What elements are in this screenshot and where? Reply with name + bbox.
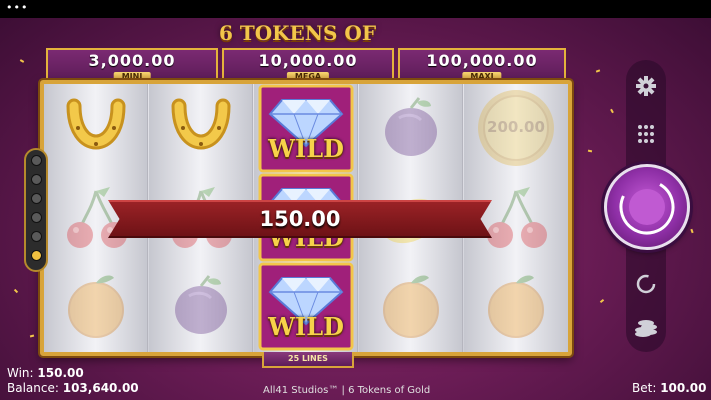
jackpot-maxi: 100,000.00 MAXI — [398, 48, 566, 82]
payline-dot — [31, 174, 42, 185]
horseshoe-symbol — [44, 84, 148, 173]
orange-symbol — [44, 262, 148, 351]
top-bar: ••• — [0, 0, 711, 18]
payline-dot — [31, 250, 42, 261]
payline-dot — [31, 155, 42, 166]
win-display: Win: 150.00 — [7, 366, 84, 380]
balance-label: Balance: — [7, 381, 59, 395]
lines-label: 25 LINES — [262, 352, 354, 368]
win-label: Win: — [7, 366, 34, 380]
payline-dot — [31, 212, 42, 223]
grid-icon[interactable] — [630, 120, 662, 148]
studio-credit: All41 Studios™ | 6 Tokens of Gold — [263, 385, 431, 396]
bet-display: Bet: 100.00 — [632, 381, 707, 395]
win-value: 150.00 — [37, 366, 84, 380]
plum-symbol — [149, 262, 253, 351]
autoplay-icon[interactable] — [630, 270, 662, 298]
orange-symbol — [359, 262, 463, 351]
gold-coin-symbol: 200.00 — [464, 84, 568, 173]
payline-indicator — [24, 148, 48, 272]
spin-button[interactable] — [604, 164, 690, 250]
wild-symbol: WILD — [254, 84, 358, 173]
wild-label: WILD — [268, 134, 344, 163]
bet-value: 100.00 — [660, 381, 707, 395]
jackpot-mega-value: 10,000.00 — [258, 51, 358, 70]
jackpot-mini: 3,000.00 MINI — [46, 48, 218, 82]
game-title: 6 TOKENS OF GOLD — [218, 21, 377, 75]
wild-symbol: WILD — [254, 262, 358, 351]
payline-dot — [31, 193, 42, 204]
coin-stack-icon[interactable] — [630, 314, 662, 342]
bet-label: Bet: — [632, 381, 657, 395]
coin-value-label: 200.00 — [487, 118, 545, 136]
menu-dots-icon[interactable]: ••• — [6, 2, 28, 14]
payline-dot — [31, 231, 42, 242]
jackpot-maxi-value: 100,000.00 — [426, 51, 538, 70]
gear-icon[interactable] — [630, 72, 662, 100]
jackpot-mini-value: 3,000.00 — [88, 51, 176, 70]
jackpot-mega: 10,000.00 MEGA — [222, 48, 394, 82]
balance-display: Balance: 103,640.00 — [7, 381, 139, 395]
wild-label: WILD — [268, 312, 344, 341]
horseshoe-symbol — [149, 84, 253, 173]
balance-value: 103,640.00 — [62, 381, 139, 395]
orange-symbol — [464, 262, 568, 351]
spin-icon — [619, 179, 675, 235]
plum-symbol — [359, 84, 463, 173]
win-banner-amount: 150.00 — [259, 207, 341, 231]
